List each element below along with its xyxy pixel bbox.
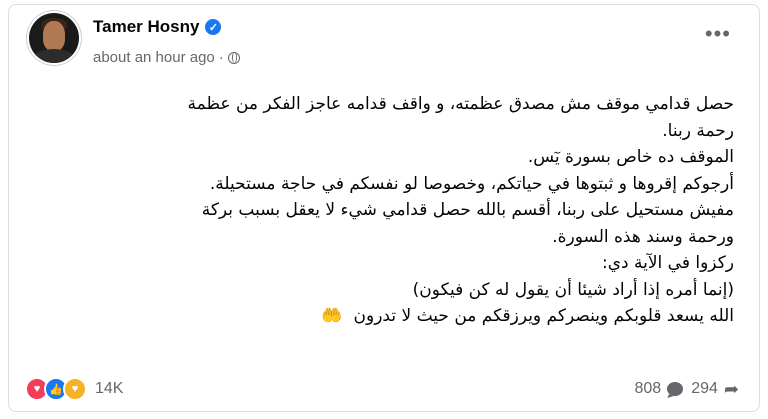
post-line: ركزوا في الآية دي: xyxy=(602,253,734,273)
post-footer: ♥ 👍 ♥ 14K 808 294 ➦ xyxy=(25,373,739,405)
post-meta: about an hour ago · xyxy=(93,49,240,66)
post-timestamp[interactable]: about an hour ago xyxy=(93,49,215,66)
post-line: مفيش مستحيل على ربنا، أقسم بالله حصل قدا… xyxy=(201,200,734,220)
post-line: (إنما أمره إذا أراد شيئا أن يقول له كن ف… xyxy=(412,279,734,300)
post-line: رحمة ربنا. xyxy=(662,120,734,141)
avatar-face xyxy=(43,21,65,51)
author-name-row: Tamer Hosny ✓ xyxy=(93,17,222,37)
post-line-last: الله يسعد قلوبكم وينصركم ويرزقكم من حيث … xyxy=(14,303,734,330)
comment-count: 808 xyxy=(634,380,662,397)
comments-stat[interactable]: 808 xyxy=(635,380,684,398)
globe-icon xyxy=(227,51,240,64)
post-line: حصل قدامي موقف مش مصدق عظمته، و واقف قدا… xyxy=(187,94,734,114)
praying-hands-emoji: 🤲 xyxy=(320,306,343,326)
care-reaction-icon: ♥ xyxy=(63,377,87,401)
avatar-body xyxy=(33,49,75,63)
share-icon: ➦ xyxy=(723,378,739,399)
more-options-button[interactable]: ••• xyxy=(705,23,731,45)
reactions-summary[interactable]: ♥ 👍 ♥ 14K xyxy=(25,377,123,401)
post-body: حصل قدامي موقف مش مصدق عظمته، و واقف قدا… xyxy=(14,91,734,330)
comment-icon xyxy=(667,382,684,396)
verified-badge-icon: ✓ xyxy=(205,19,222,35)
shares-stat[interactable]: 294 ➦ xyxy=(691,379,739,400)
post-line: الموقف ده خاص بسورة يٓس. xyxy=(527,147,734,167)
post-card: Tamer Hosny ✓ about an hour ago · ••• حص… xyxy=(8,4,760,412)
author-avatar[interactable] xyxy=(29,13,79,63)
meta-separator: · xyxy=(218,49,224,66)
post-line: ورحمة وسند هذه السورة. xyxy=(552,226,734,247)
post-line: الله يسعد قلوبكم وينصركم ويرزقكم من حيث … xyxy=(353,306,734,326)
share-count: 294 xyxy=(691,380,718,397)
engagement-stats: 808 294 ➦ xyxy=(635,379,740,400)
author-name[interactable]: Tamer Hosny xyxy=(93,17,199,37)
post-line: أرجوكم إقروها و ثبتوها في حياتكم، وخصوصا… xyxy=(209,173,734,194)
reaction-count: 14K xyxy=(95,380,124,397)
